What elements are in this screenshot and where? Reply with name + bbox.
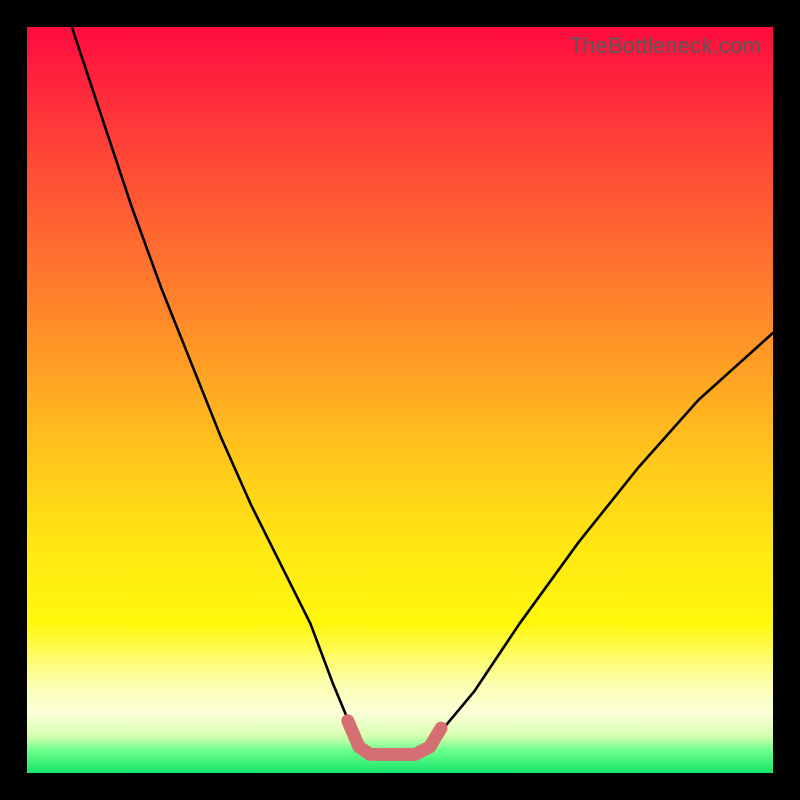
bottleneck-curve-highlight (348, 721, 441, 755)
bottleneck-curve-main (72, 27, 773, 754)
chart-frame: TheBottleneck.com (0, 0, 800, 800)
plot-area: TheBottleneck.com (27, 27, 773, 773)
bottleneck-curve-svg (27, 27, 773, 773)
